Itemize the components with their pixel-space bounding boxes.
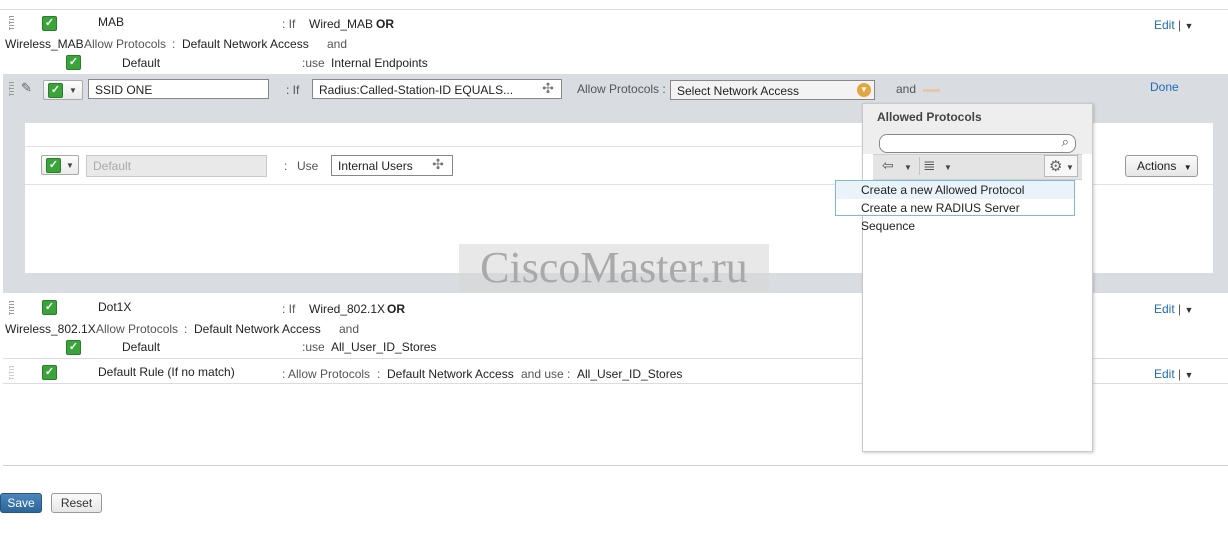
or-operator: OR — [376, 17, 394, 31]
chevron-down-icon[interactable]: ▼ — [904, 163, 912, 172]
use-label: Use — [297, 159, 319, 173]
rule-enabled-checkbox[interactable]: ✓ — [46, 158, 61, 173]
identity-rule-name-input[interactable]: Default — [86, 155, 267, 177]
if-label: : If — [282, 17, 296, 31]
plus-icon[interactable]: ✣ — [542, 81, 554, 95]
and-label: and — [327, 37, 348, 51]
rule-name-input[interactable]: SSID ONE — [88, 79, 269, 99]
and-use-label: and use : — [521, 367, 571, 381]
list-icon[interactable]: ≣ — [923, 156, 936, 174]
drag-grip-icon[interactable] — [9, 301, 14, 315]
save-button[interactable]: Save — [0, 493, 42, 513]
network-access-select[interactable]: Select Network Access — [670, 80, 875, 100]
rule-enabled-checkbox[interactable]: ✓ — [42, 16, 57, 31]
chevron-down-icon[interactable]: ▼ — [1185, 21, 1194, 31]
gear-dropdown-menu: Create a new Allowed Protocol Create a n… — [835, 180, 1075, 233]
allow-protocols-value: Default Network Access — [194, 322, 321, 336]
allow-protocols-label: Allow Protocols — [84, 37, 167, 51]
edit-label[interactable]: Edit — [1154, 367, 1175, 381]
rule-enabled-checkbox[interactable]: ✓ — [48, 83, 63, 98]
edit-link[interactable]: Edit | ▼ — [1154, 302, 1193, 316]
use-label: :use — [302, 56, 325, 70]
allow-protocols-label: Allow Protocols — [96, 322, 179, 336]
use-separator: : — [284, 159, 288, 173]
pencil-icon[interactable]: ✎ — [21, 80, 32, 96]
popup-toolbar: ⇦ ▼ ≣ ▼ ⚙ ▼ — [873, 154, 1082, 180]
drag-grip-icon[interactable] — [9, 16, 14, 30]
chevron-down-icon[interactable]: ▼ — [944, 163, 952, 172]
search-icon[interactable]: ⌕ — [1062, 134, 1069, 150]
placeholder-bar — [923, 89, 940, 92]
or-operator: OR — [387, 302, 405, 316]
and-label: and — [339, 322, 360, 336]
top-divider — [0, 9, 1228, 10]
use-value: All_User_ID_Stores — [331, 340, 437, 354]
watermark: CiscoMaster.ru — [459, 244, 769, 292]
and-label: and — [896, 82, 917, 96]
menu-item-create-allowed-protocol[interactable]: Create a new Allowed Protocol — [836, 181, 1074, 199]
if-label: : If — [282, 302, 296, 316]
allow-separator: : — [172, 37, 176, 51]
inner-divider — [25, 146, 865, 147]
sub-rule-checkbox[interactable]: ✓ — [66, 340, 81, 355]
rule-enabled-checkbox[interactable]: ✓ — [42, 300, 57, 315]
use-value: All_User_ID_Stores — [577, 367, 683, 381]
chevron-down-icon[interactable]: ▼ — [1066, 163, 1074, 172]
chevron-down-icon[interactable]: ▼ — [69, 86, 77, 95]
condition-text-2: Wireless_MAB — [5, 37, 84, 51]
use-value: Internal Endpoints — [331, 56, 428, 70]
chevron-down-icon: ▼ — [1183, 163, 1192, 172]
rule-enabled-checkbox[interactable]: ✓ — [42, 365, 57, 380]
enable-dropdown[interactable]: ✓ ▼ — [41, 155, 79, 175]
condition-text: Wired_802.1X — [309, 302, 386, 316]
done-link[interactable]: Done — [1150, 80, 1179, 94]
actions-button[interactable]: Actions ▼ — [1125, 155, 1198, 177]
table-bottom-border — [3, 465, 1228, 466]
edit-label[interactable]: Edit — [1154, 302, 1175, 316]
actions-label: Actions — [1137, 159, 1177, 173]
drag-grip-icon[interactable] — [9, 82, 14, 96]
popup-search-input[interactable]: ⌕ — [879, 134, 1076, 153]
allow-protocols-label: Allow Protocols : — [577, 82, 666, 96]
allow-protocols-value: Default Network Access — [182, 37, 309, 51]
menu-item-create-radius-sequence[interactable]: Create a new RADIUS Server Sequence — [836, 199, 1074, 233]
edit-separator: | — [1178, 18, 1182, 32]
reset-button[interactable]: Reset — [51, 493, 102, 513]
condition-input[interactable]: Radius:Called-Station-ID EQUALS... — [312, 79, 562, 99]
allowed-protocols-popup: Allowed Protocols ⌕ ⇦ ▼ ≣ ▼ ⚙ ▼ — [862, 103, 1093, 452]
if-label: : If — [286, 83, 300, 97]
edit-label[interactable]: Edit — [1154, 18, 1175, 32]
allow-separator: : — [377, 367, 381, 381]
condition-text: Wired_MAB — [309, 17, 374, 31]
condition-text-2: Wireless_802.1X — [5, 322, 96, 336]
allow-protocols-label: : Allow Protocols — [282, 367, 371, 381]
chevron-down-icon[interactable]: ▼ — [857, 83, 871, 97]
sub-rule-name: Default — [122, 340, 161, 354]
gear-menu-button[interactable]: ⚙ ▼ — [1044, 155, 1078, 177]
edit-separator: | — [1178, 302, 1182, 316]
rule-name: Dot1X — [98, 300, 132, 314]
sub-rule-name: Default — [122, 56, 161, 70]
edit-link[interactable]: Edit | ▼ — [1154, 367, 1193, 381]
chevron-down-icon[interactable]: ▼ — [66, 161, 74, 170]
chevron-down-icon[interactable]: ▼ — [1185, 370, 1194, 380]
popup-title: Allowed Protocols — [877, 110, 982, 124]
rule-name: Default Rule (If no match) — [98, 365, 235, 379]
sub-rule-checkbox[interactable]: ✓ — [66, 55, 81, 70]
allow-separator: : — [184, 322, 188, 336]
edit-link[interactable]: Edit | ▼ — [1154, 18, 1193, 32]
use-label: :use — [302, 340, 325, 354]
enable-dropdown[interactable]: ✓ ▼ — [43, 80, 83, 100]
gear-icon[interactable]: ⚙ — [1049, 157, 1062, 175]
allow-protocols-value: Default Network Access — [387, 367, 514, 381]
chevron-down-icon[interactable]: ▼ — [1185, 305, 1194, 315]
rule-name: MAB — [98, 15, 125, 29]
plus-icon[interactable]: ✣ — [432, 157, 444, 171]
drag-grip-icon — [9, 366, 14, 380]
back-arrow-icon[interactable]: ⇦ — [882, 157, 894, 174]
toolbar-divider — [919, 157, 920, 175]
edit-separator: | — [1178, 367, 1182, 381]
